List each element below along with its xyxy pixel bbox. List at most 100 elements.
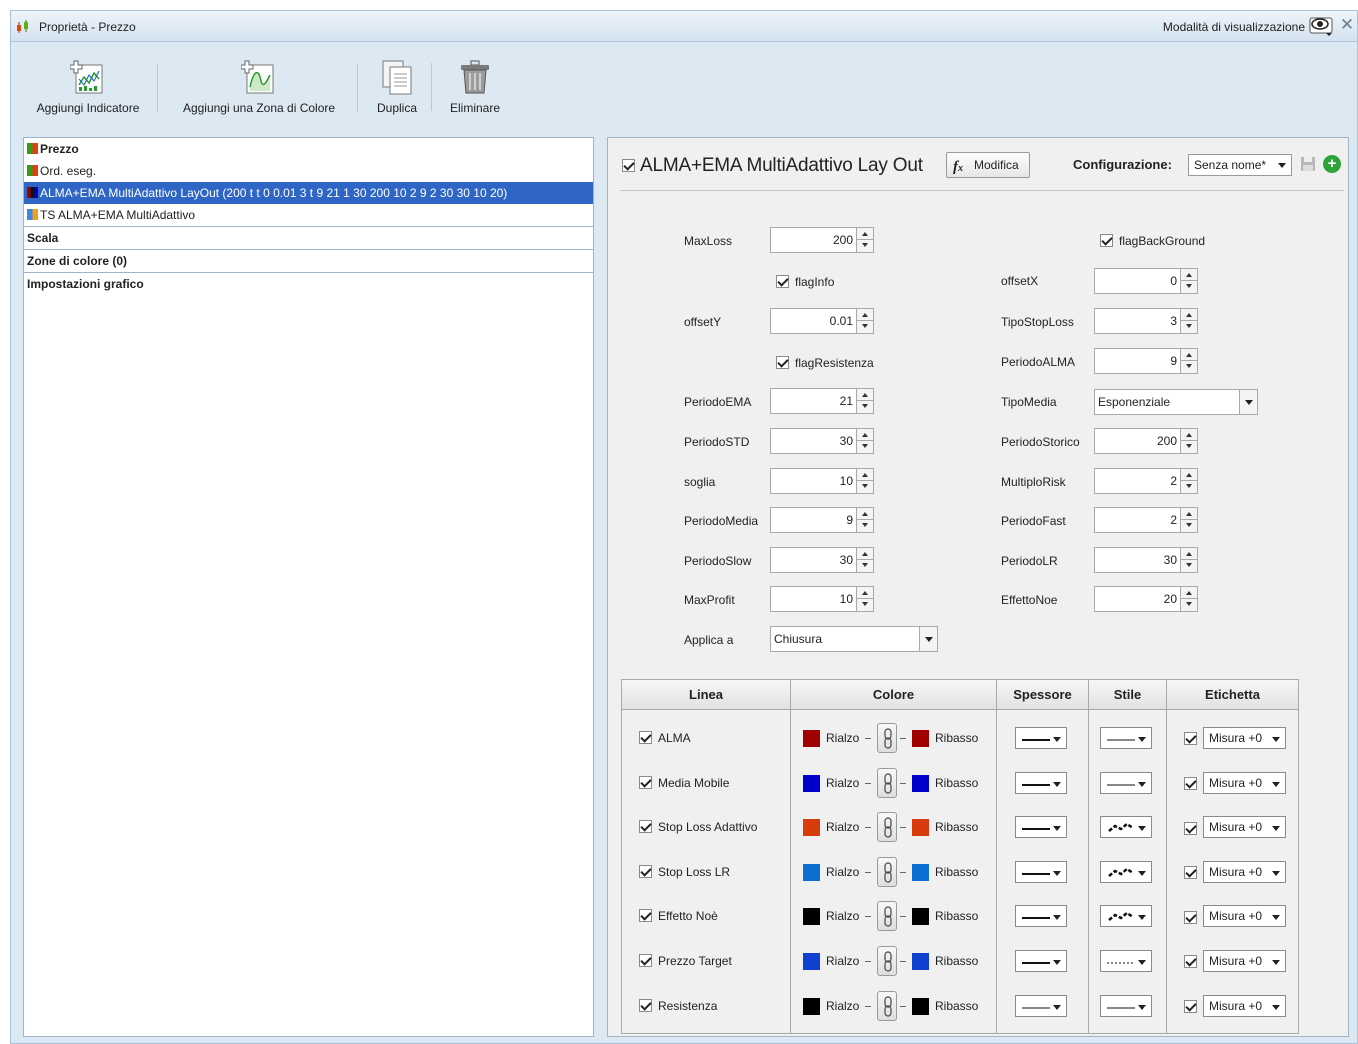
link-colors-button[interactable]: [877, 946, 897, 976]
link-colors-button[interactable]: [877, 990, 897, 1021]
param-effettonoe-input[interactable]: 20: [1094, 586, 1198, 612]
param-periodostd-input[interactable]: 30: [770, 428, 874, 454]
link-colors-button[interactable]: [877, 812, 897, 843]
modify-button[interactable]: fx Modifica: [946, 152, 1030, 178]
param-maxprofit-input[interactable]: 10: [770, 586, 874, 612]
add-color-zone-button[interactable]: Aggiungi una Zona di Colore: [173, 59, 345, 115]
label-dropdown[interactable]: Misura +0: [1203, 816, 1286, 839]
line-enabled-checkbox[interactable]: Stop Loss LR: [639, 864, 730, 879]
save-icon[interactable]: [1300, 156, 1316, 172]
thickness-dropdown[interactable]: [1015, 860, 1067, 883]
label-dropdown[interactable]: Misura +0: [1203, 860, 1286, 883]
style-dropdown[interactable]: [1100, 860, 1152, 883]
line-enabled-checkbox[interactable]: ALMA: [639, 731, 691, 745]
line-enabled-checkbox[interactable]: Stop Loss Adattivo: [639, 820, 757, 834]
param-soglia-input[interactable]: 10: [770, 468, 874, 494]
spinner-arrows-icon[interactable]: [856, 389, 873, 413]
color-down-swatch[interactable]: [912, 774, 929, 792]
param-periodostorico-input[interactable]: 200: [1094, 428, 1198, 454]
thickness-dropdown[interactable]: [1015, 994, 1067, 1017]
tree-item-prezzo[interactable]: Prezzo: [24, 138, 593, 160]
link-colors-button[interactable]: [877, 723, 897, 753]
label-enabled-checkbox[interactable]: [1184, 776, 1197, 790]
label-dropdown[interactable]: Misura +0: [1203, 727, 1286, 749]
label-dropdown[interactable]: Misura +0: [1203, 994, 1286, 1017]
link-colors-button[interactable]: [877, 856, 897, 887]
tree-section-chart-settings[interactable]: Impostazioni grafico: [24, 272, 593, 295]
indicator-enabled-checkbox[interactable]: [622, 159, 635, 172]
param-multiplorisk-input[interactable]: 2: [1094, 468, 1198, 494]
param-periodofast-input[interactable]: 2: [1094, 507, 1198, 533]
spinner-arrows-icon[interactable]: [856, 228, 873, 252]
spinner-arrows-icon[interactable]: [1180, 269, 1197, 293]
spinner-arrows-icon[interactable]: [856, 587, 873, 611]
label-enabled-checkbox[interactable]: [1184, 909, 1197, 924]
param-offsetx-input[interactable]: 0: [1094, 268, 1198, 294]
param-periodoema-input[interactable]: 21: [770, 388, 874, 414]
color-up-swatch[interactable]: [803, 863, 820, 881]
color-down-swatch[interactable]: [912, 908, 929, 926]
thickness-dropdown[interactable]: [1015, 950, 1067, 972]
color-down-swatch[interactable]: [912, 953, 929, 970]
spinner-arrows-icon[interactable]: [1180, 508, 1197, 532]
label-enabled-checkbox[interactable]: [1184, 731, 1197, 746]
param-offsety-input[interactable]: 0.01: [770, 308, 874, 334]
color-up-swatch[interactable]: [803, 819, 820, 837]
line-enabled-checkbox[interactable]: Prezzo Target: [639, 954, 732, 968]
label-dropdown[interactable]: Misura +0: [1203, 950, 1286, 972]
color-up-swatch[interactable]: [803, 997, 820, 1015]
param-maxloss-input[interactable]: 200: [770, 227, 874, 253]
dropdown-button[interactable]: [1239, 390, 1257, 414]
tree-item-alma-ema-layout[interactable]: ALMA+EMA MultiAdattivo LayOut (200 t t 0…: [24, 182, 593, 204]
thickness-dropdown[interactable]: [1015, 727, 1067, 749]
color-down-swatch[interactable]: [912, 997, 929, 1015]
param-tipostoploss-input[interactable]: 3: [1094, 308, 1198, 334]
param-flagresistenza-checkbox[interactable]: flagResistenza: [776, 356, 874, 370]
link-colors-button[interactable]: [877, 901, 897, 932]
style-dropdown[interactable]: [1100, 727, 1152, 749]
color-down-swatch[interactable]: [912, 819, 929, 837]
spinner-arrows-icon[interactable]: [1180, 548, 1197, 572]
spinner-arrows-icon[interactable]: [1180, 309, 1197, 333]
tree-item-ord-eseg[interactable]: Ord. eseg.: [24, 160, 593, 182]
dropdown-button[interactable]: [919, 627, 937, 651]
config-select[interactable]: Senza nome*: [1188, 154, 1292, 176]
color-down-swatch[interactable]: [912, 863, 929, 881]
label-enabled-checkbox[interactable]: [1184, 865, 1197, 880]
close-icon[interactable]: ✕: [1339, 15, 1355, 35]
color-up-swatch[interactable]: [803, 908, 820, 926]
spinner-arrows-icon[interactable]: [856, 429, 873, 453]
spinner-arrows-icon[interactable]: [1180, 469, 1197, 493]
view-mode-icon[interactable]: [1309, 16, 1335, 36]
line-enabled-checkbox[interactable]: Resistenza: [639, 998, 717, 1013]
line-enabled-checkbox[interactable]: Effetto Noè: [639, 909, 718, 923]
spinner-arrows-icon[interactable]: [856, 469, 873, 493]
label-dropdown[interactable]: Misura +0: [1203, 905, 1286, 928]
tree-section-scala[interactable]: Scala: [24, 226, 593, 249]
duplicate-button[interactable]: Duplica: [369, 59, 425, 115]
style-dropdown[interactable]: [1100, 905, 1152, 928]
param-flaginfo-checkbox[interactable]: flagInfo: [776, 275, 834, 289]
param-periodoslow-input[interactable]: 30: [770, 547, 874, 573]
style-dropdown[interactable]: [1100, 816, 1152, 839]
color-up-swatch[interactable]: [803, 953, 820, 970]
link-colors-button[interactable]: [877, 767, 897, 798]
color-up-swatch[interactable]: [803, 774, 820, 792]
spinner-arrows-icon[interactable]: [856, 548, 873, 572]
tree-section-color-zones[interactable]: Zone di colore (0): [24, 249, 593, 272]
color-up-swatch[interactable]: [803, 730, 820, 747]
style-dropdown[interactable]: [1100, 771, 1152, 794]
spinner-arrows-icon[interactable]: [1180, 587, 1197, 611]
label-dropdown[interactable]: Misura +0: [1203, 771, 1286, 794]
spinner-arrows-icon[interactable]: [1180, 349, 1197, 373]
param-periodolr-input[interactable]: 30: [1094, 547, 1198, 573]
param-applica-select[interactable]: Chiusura: [770, 626, 938, 652]
spinner-arrows-icon[interactable]: [856, 508, 873, 532]
thickness-dropdown[interactable]: [1015, 771, 1067, 794]
param-tipomedia-select[interactable]: Esponenziale: [1094, 389, 1258, 415]
spinner-arrows-icon[interactable]: [1180, 429, 1197, 453]
label-enabled-checkbox[interactable]: [1184, 820, 1197, 835]
param-flagbackground-checkbox[interactable]: flagBackGround: [1100, 234, 1205, 248]
label-enabled-checkbox[interactable]: [1184, 999, 1197, 1013]
delete-button[interactable]: Eliminare: [443, 59, 507, 115]
